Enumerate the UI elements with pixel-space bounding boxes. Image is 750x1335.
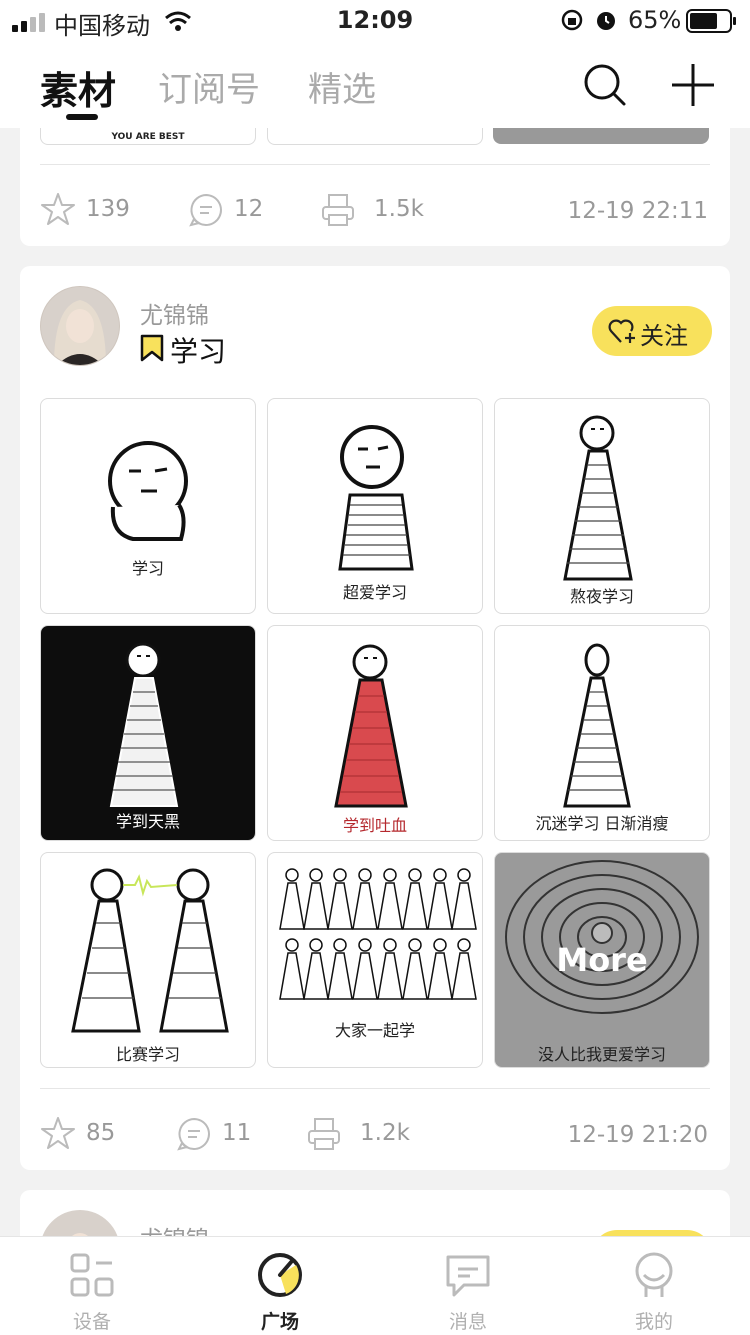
nav-label: 消息 [448,1311,487,1333]
print-icon[interactable] [306,1116,342,1152]
image-caption: 学习 [131,559,164,578]
username[interactable]: 尤锦锦 [140,296,209,330]
more-label: More [556,941,648,979]
post-timestamp: 12-19 22:11 [567,198,708,224]
tab-subscriptions[interactable]: 订阅号 [158,62,260,111]
heart-plus-icon [608,319,635,343]
nav-label: 广场 [260,1311,299,1333]
image-caption: 没人比我更爱学习 [537,1045,666,1064]
image-thumb[interactable]: 学到吐血 [267,625,483,841]
post-timestamp: 12-19 21:20 [567,1122,708,1148]
follow-label: 关注 [640,322,688,350]
nav-profile[interactable]: 我的 [594,1237,714,1335]
comment-icon[interactable] [176,1116,212,1152]
device-icon [70,1253,114,1297]
meme-tower-image [563,643,631,808]
image-thumb[interactable]: 比赛学习 [40,852,256,1068]
tab-material[interactable]: 素材 [40,60,116,115]
search-icon[interactable] [582,62,628,108]
profile-icon [635,1252,673,1297]
tab-featured[interactable]: 精选 [308,62,376,111]
comment-count: 12 [234,196,264,222]
status-bar: 中国移动 12:09 65% [0,0,750,44]
like-count: 85 [86,1120,116,1146]
image-thumb[interactable]: 大家一起学 [267,852,483,1068]
image-caption: 沉迷学习 日渐消瘦 [535,814,669,833]
bottom-navigation: 设备 广场 消息 我的 [0,1236,750,1335]
nav-label: 我的 [634,1311,673,1333]
like-count: 139 [86,196,130,222]
image-caption: 大家一起学 [334,1021,415,1040]
meme-tower-image [563,415,633,581]
meme-competition-image [71,868,229,1033]
print-count: 1.2k [360,1120,410,1146]
add-icon[interactable] [670,62,716,108]
message-icon [446,1255,490,1297]
active-tab-indicator [66,114,98,120]
top-navigation: 素材 订阅号 精选 [0,44,750,128]
post-card: 尤锦锦 学习 关注 学习 超爱学习 熬夜学习 学到天黑 学到吐血 沉迷学习 日渐… [20,266,730,1170]
image-thumb[interactable]: 熬夜学习 [494,398,710,614]
nav-label: 设备 [72,1311,111,1333]
battery-percent: 65% [628,6,682,34]
alarm-icon [597,12,615,30]
image-caption: 学到天黑 [115,812,180,831]
star-icon[interactable] [40,1116,76,1150]
follow-button[interactable]: 关注 [592,306,712,356]
meme-tower-red-image [334,644,408,808]
image-thumb-more[interactable]: More 没人比我更爱学习 [494,852,710,1068]
divider [40,1088,710,1089]
image-thumb[interactable]: 学到天黑 [40,625,256,841]
post-tag[interactable]: 学习 [170,330,226,370]
image-caption: 学到吐血 [342,816,407,835]
nav-device[interactable]: 设备 [32,1237,152,1335]
print-count: 1.5k [374,196,424,222]
image-caption: 熬夜学习 [569,587,634,606]
star-icon[interactable] [40,192,76,226]
plaza-icon [258,1253,302,1297]
print-icon[interactable] [320,192,356,228]
nav-messages[interactable]: 消息 [408,1237,528,1335]
battery-icon [686,9,736,33]
comment-icon[interactable] [188,192,224,228]
nav-plaza[interactable]: 广场 [220,1237,340,1335]
comment-count: 11 [222,1120,252,1146]
avatar[interactable] [40,286,120,366]
image-caption: 超爱学习 [342,583,407,602]
image-thumb[interactable]: 沉迷学习 日渐消瘦 [494,625,710,841]
image-caption: 比赛学习 [115,1045,180,1064]
image-thumb[interactable]: 超爱学习 [267,398,483,614]
divider [40,164,710,165]
meme-figure-image [108,441,188,541]
bookmark-icon [140,334,164,362]
image-caption: YOU ARE BEST [111,132,185,142]
image-thumb[interactable]: 学习 [40,398,256,614]
rotation-lock-icon [561,9,583,31]
